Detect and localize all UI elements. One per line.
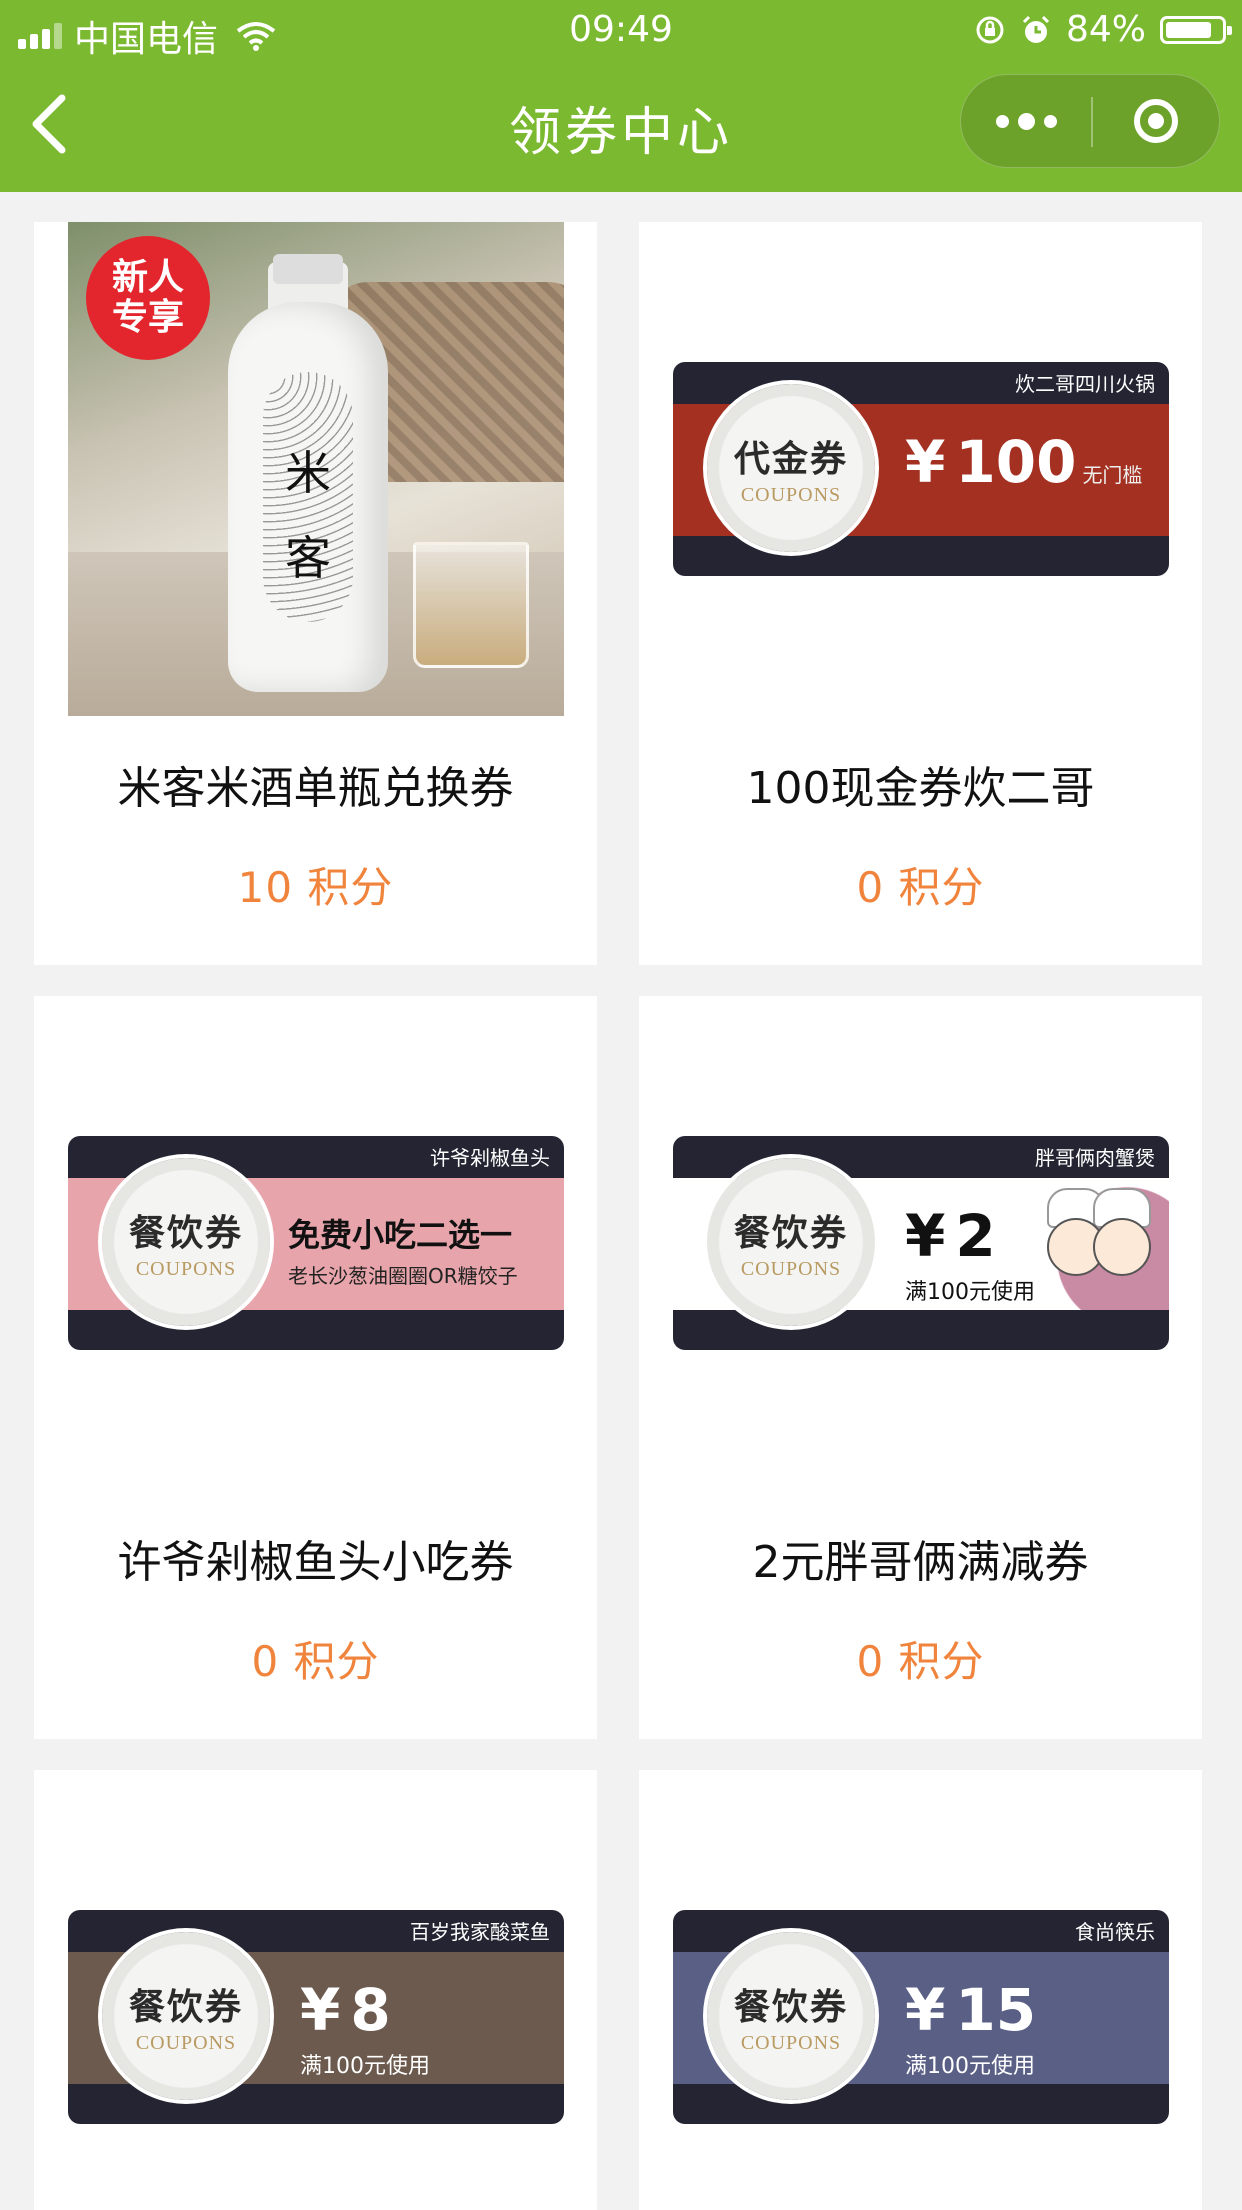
coupon-kind: 餐饮券 (733, 1985, 848, 2028)
coupon-merchant: 食尚筷乐 (1075, 1920, 1155, 1944)
chef-illustration (1029, 1178, 1169, 1310)
coupon-value: 15 (955, 1976, 1037, 2044)
coupon-en: COUPONS (740, 2031, 842, 2054)
card-title: 米客米酒单瓶兑换券 (117, 763, 514, 814)
app-header: 中国电信 09:49 84% 领券中心 (0, 0, 1242, 192)
more-dot-icon (1017, 112, 1035, 130)
rotation-lock-icon (976, 16, 1004, 43)
offer-title: 免费小吃二选一 (288, 1216, 513, 1254)
card-points: 0 积分 (856, 863, 985, 912)
more-button[interactable] (961, 75, 1091, 167)
coupon-seal: 餐饮券 COUPONS (102, 1932, 270, 2100)
card-points: 0 积分 (856, 1637, 985, 1686)
miniapp-capsule (960, 74, 1220, 168)
card-title: 许爷剁椒鱼头小吃券 (117, 1537, 514, 1588)
coupon-image: 百岁我家酸菜鱼 餐饮券 COUPONS ¥8 满100元使用 (68, 1910, 564, 2124)
coupon-en: COUPONS (135, 1257, 237, 1280)
coupon-condition: 满100元使用 (300, 2054, 430, 2079)
more-dot-icon (1043, 114, 1057, 128)
card-points: 0 积分 (251, 1637, 380, 1686)
coupon-card[interactable]: 米 客 新人 专享 米客米酒单瓶兑换券 10 积分 (34, 222, 597, 965)
coupon-en: COUPONS (740, 483, 842, 506)
card-points: 10 积分 (237, 863, 394, 912)
nav-bar: 领券中心 (0, 62, 1242, 192)
coupon-image: 食尚筷乐 餐饮券 COUPONS ¥15 满100元使用 (673, 1910, 1169, 2124)
card-title: 2元胖哥俩满减券 (752, 1537, 1089, 1588)
coupon-amount: ¥2 满100元使用 (905, 1202, 1035, 1305)
coupon-value: 100 (955, 428, 1077, 496)
coupon-card[interactable]: 许爷剁椒鱼头 餐饮券 COUPONS 免费小吃二选一 老长沙葱油圈圈OR糖饺子 … (34, 996, 597, 1739)
currency-symbol: ¥ (300, 1976, 341, 2044)
coupon-value: 2 (955, 1202, 996, 1270)
coupon-offer: 免费小吃二选一 老长沙葱油圈圈OR糖饺子 (288, 1210, 518, 1289)
badge-line-1: 新人 (111, 257, 184, 298)
new-user-badge: 新人 专享 (86, 236, 210, 360)
coupon-card[interactable]: 炊二哥四川火锅 代金券 COUPONS ¥100 无门槛 100现金券炊二哥 0 … (639, 222, 1202, 965)
currency-symbol: ¥ (905, 428, 946, 496)
card-title: 100现金券炊二哥 (746, 763, 1095, 814)
offer-desc: 老长沙葱油圈圈OR糖饺子 (288, 1264, 518, 1288)
product-image: 米 客 新人 专享 (68, 222, 564, 716)
status-bar: 中国电信 09:49 84% (0, 0, 1242, 62)
coupon-en: COUPONS (135, 2031, 237, 2054)
bottle-label-top: 米 (285, 446, 331, 500)
coupon-amount: ¥15 满100元使用 (905, 1976, 1037, 2079)
coupon-card[interactable]: 百岁我家酸菜鱼 餐饮券 COUPONS ¥8 满100元使用 (34, 1770, 597, 2210)
coupon-merchant: 炊二哥四川火锅 (1015, 372, 1155, 396)
alarm-icon (1022, 15, 1050, 43)
battery-fill (1166, 21, 1212, 38)
coupon-card[interactable]: 胖哥俩肉蟹煲 餐饮券 COUPONS ¥2 满100元使用 2元胖哥俩满减券 0… (639, 996, 1202, 1739)
more-dot-icon (995, 114, 1009, 128)
coupon-condition: 无门槛 (1082, 463, 1143, 487)
coupon-kind: 代金券 (733, 437, 848, 480)
battery-icon (1160, 15, 1232, 44)
coupon-seal: 代金券 COUPONS (707, 384, 875, 552)
coupon-merchant: 百岁我家酸菜鱼 (410, 1920, 550, 1944)
battery-percent: 84% (1065, 9, 1146, 50)
coupon-value: 8 (350, 1976, 391, 2044)
coupon-grid: 米 客 新人 专享 米客米酒单瓶兑换券 10 积分 炊二哥四川火锅 代金券 CO… (34, 222, 1202, 2210)
coupon-image: 炊二哥四川火锅 代金券 COUPONS ¥100 无门槛 (673, 362, 1169, 576)
coupon-amount: ¥8 满100元使用 (300, 1976, 430, 2079)
badge-line-2: 专享 (111, 297, 184, 338)
coupon-amount: ¥100 无门槛 (905, 428, 1142, 496)
currency-symbol: ¥ (905, 1976, 946, 2044)
coupon-image: 胖哥俩肉蟹煲 餐饮券 COUPONS ¥2 满100元使用 (673, 1136, 1169, 1350)
coupon-card[interactable]: 食尚筷乐 餐饮券 COUPONS ¥15 满100元使用 (639, 1770, 1202, 2210)
coupon-seal: 餐饮券 COUPONS (102, 1158, 270, 1326)
coupon-merchant: 胖哥俩肉蟹煲 (1035, 1146, 1155, 1170)
coupon-seal: 餐饮券 COUPONS (707, 1932, 875, 2100)
coupon-seal: 餐饮券 COUPONS (707, 1158, 875, 1326)
coupon-kind: 餐饮券 (128, 1211, 243, 1254)
coupon-en: COUPONS (740, 1257, 842, 1280)
coupon-image: 许爷剁椒鱼头 餐饮券 COUPONS 免费小吃二选一 老长沙葱油圈圈OR糖饺子 (68, 1136, 564, 1350)
close-miniapp-button[interactable] (1092, 75, 1220, 167)
coupon-merchant: 许爷剁椒鱼头 (430, 1146, 550, 1170)
coupon-condition: 满100元使用 (905, 1280, 1035, 1305)
coupon-condition: 满100元使用 (905, 2054, 1035, 2079)
currency-symbol: ¥ (905, 1202, 946, 1270)
bottle-label-bottom: 客 (285, 531, 331, 585)
target-icon (1134, 99, 1178, 143)
status-right: 84% (974, 9, 1232, 50)
coupon-kind: 餐饮券 (128, 1985, 243, 2028)
coupon-kind: 餐饮券 (733, 1211, 848, 1254)
